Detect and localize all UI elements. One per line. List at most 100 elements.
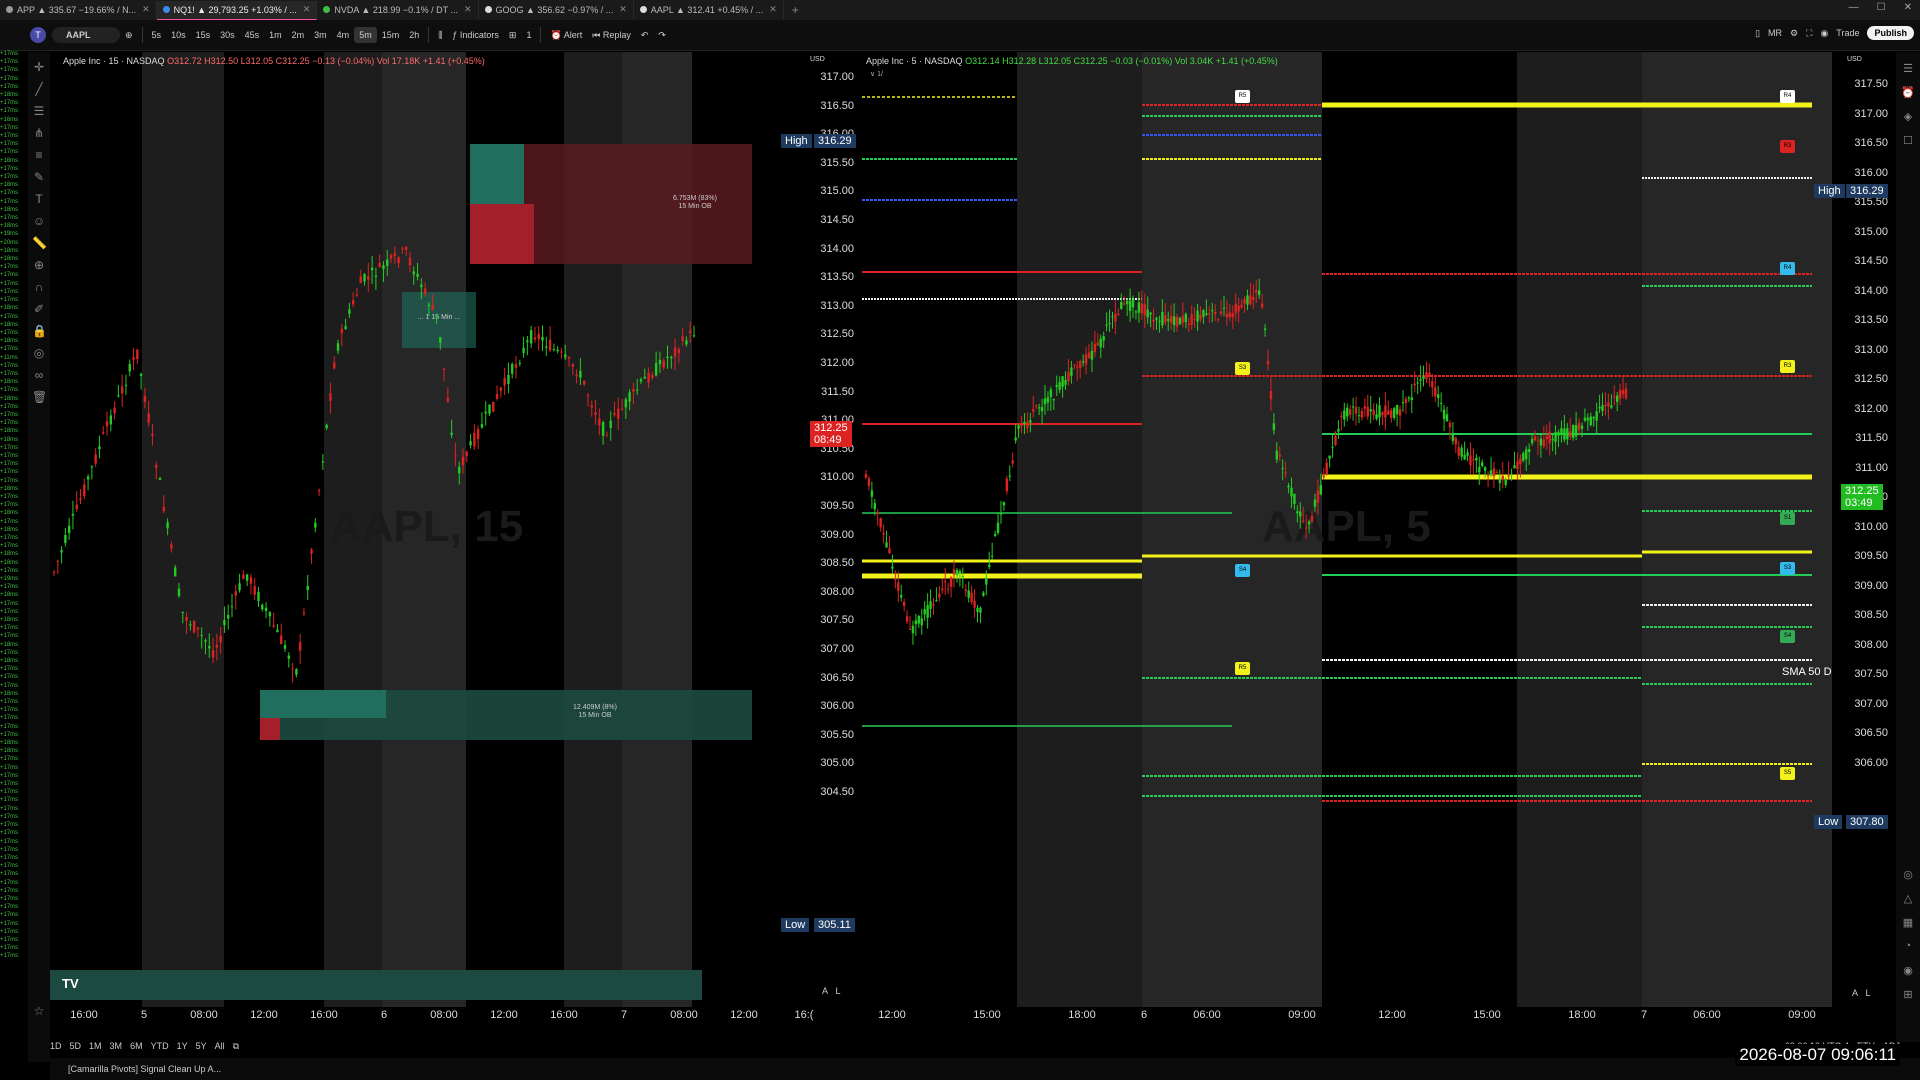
layout-icon[interactable]: ⊞ [504,27,522,44]
watchlist-value[interactable]: +18ms [0,641,27,649]
watchlist-value[interactable]: +17ms [0,148,27,156]
watchlist-value[interactable]: +17ms [0,99,27,107]
watchlist-value[interactable]: +17ms [0,518,27,526]
link-icon[interactable]: ∞ [32,368,46,382]
brush-icon[interactable]: ✎ [32,170,46,184]
watchlist-value[interactable]: +18ms [0,378,27,386]
watchlist-value[interactable]: +17ms [0,903,27,911]
replay-button[interactable]: ⏮ Replay [587,27,636,44]
watchlist-value[interactable]: +17ms [0,280,27,288]
watchlist-value[interactable]: +17ms [0,608,27,616]
pivot-badge-s5[interactable]: S5 [1780,767,1795,780]
timeframe-10s[interactable]: 10s [166,27,191,43]
pivot-badge-r4[interactable]: R4 [1780,262,1795,275]
watchlist-value[interactable]: +17ms [0,263,27,271]
pivot-badge-r5[interactable]: R5 [1235,90,1250,103]
watchlist-value[interactable]: +18ms [0,395,27,403]
watchlist-value[interactable]: +17ms [0,870,27,878]
layout-count[interactable]: 1 [521,27,536,43]
watchlist-value[interactable]: +17ms [0,846,27,854]
watchlist-value[interactable]: +17ms [0,124,27,132]
watchlist-value[interactable]: +18ms [0,206,27,214]
watchlist-value[interactable]: +18ms [0,91,27,99]
watchlist-value[interactable]: +17ms [0,66,27,74]
watchlist-value[interactable]: +17ms [0,107,27,115]
watchlist-value[interactable]: +17ms [0,755,27,763]
watchlist-value[interactable]: +18ms [0,559,27,567]
left-scale-buttons[interactable]: A L [822,986,841,996]
publish-button[interactable]: Publish [1867,26,1914,40]
pivot-badge-r5[interactable]: R5 [1235,662,1250,675]
timeframe-2m[interactable]: 2m [287,27,310,43]
watchlist-value[interactable]: +18ms [0,747,27,755]
zoom-icon[interactable]: ⊕ [32,258,46,272]
star-icon[interactable]: ☆ [32,1004,46,1018]
watchlist-value[interactable]: +17ms [0,829,27,837]
close-tab-icon[interactable]: ✕ [619,4,627,15]
pivot-badge-s3[interactable]: S3 [1235,362,1250,375]
chat-icon[interactable]: ☐ [1901,134,1915,148]
range-5D[interactable]: 5D [70,1041,82,1051]
watchlist-value[interactable]: +17ms [0,214,27,222]
watchlist-value[interactable]: +18ms [0,247,27,255]
timeframe-2h[interactable]: 2h [404,27,424,43]
watchlist-value[interactable]: +17ms [0,444,27,452]
watchlist-value[interactable]: +18ms [0,304,27,312]
alerts-icon[interactable]: ⏰ [1901,86,1915,100]
watchlist-value[interactable]: +18ms [0,427,27,435]
timeframe-3m[interactable]: 3m [309,27,332,43]
watchlist-value[interactable]: +17ms [0,649,27,657]
watchlist-value[interactable]: +17ms [0,600,27,608]
trade-button[interactable]: Trade [1836,28,1859,38]
symbol-search-input[interactable]: AAPL [52,27,120,43]
watchlist-value[interactable]: +16ms [0,116,27,124]
timeframe-15s[interactable]: 15s [191,27,216,43]
watchlist-value[interactable]: +18ms [0,485,27,493]
pivot-badge-r3[interactable]: R3 [1780,360,1795,373]
idea-icon[interactable]: △ [1901,892,1915,906]
watchlist-value[interactable]: +17ms [0,345,27,353]
watchlist-value[interactable]: +17ms [0,419,27,427]
undo-icon[interactable]: ↶ [636,27,654,44]
watchlist-value[interactable]: +18ms [0,550,27,558]
watchlist-value[interactable]: +17ms [0,862,27,870]
pivot-badge-s4[interactable]: S4 [1235,564,1250,577]
watchlist-value[interactable]: +18ms [0,657,27,665]
left-price-axis[interactable]: 317.00316.50316.00315.50315.00314.50314.… [802,52,860,1007]
watchlist-value[interactable]: +17ms [0,50,27,58]
close-tab-icon[interactable]: ✕ [769,4,777,15]
watchlist-value[interactable]: +17ms [0,673,27,681]
watchlist-value[interactable]: +17ms [0,911,27,919]
watchlist-value[interactable]: +17ms [0,780,27,788]
watchlist-value[interactable]: +17ms [0,632,27,640]
watchlist-value[interactable]: +18ms [0,739,27,747]
watchlist-value[interactable]: +17ms [0,952,27,960]
auto-scale-button[interactable]: A [822,986,828,996]
watchlist-value[interactable]: +17ms [0,723,27,731]
range-1Y[interactable]: 1Y [177,1041,188,1051]
signal-icon[interactable]: ◔ [1901,940,1915,954]
crosshair-icon[interactable]: ✛ [32,60,46,74]
watchlist-value[interactable]: +18ms [0,337,27,345]
watchlist-value[interactable]: +18ms [0,321,27,329]
watchlist-value[interactable]: +17ms [0,452,27,460]
close-window-button[interactable]: ✕ [1904,2,1912,13]
pencil-lock-icon[interactable]: ✐ [32,302,46,316]
watchlist-value[interactable]: +17ms [0,501,27,509]
redo-icon[interactable]: ↷ [653,27,671,44]
watchlist-icon[interactable]: ☰ [1901,62,1915,76]
range-1D[interactable]: 1D [50,1041,62,1051]
watchlist-value[interactable]: +17ms [0,920,27,928]
watchlist-value[interactable]: +17ms [0,682,27,690]
apps-icon[interactable]: ⊞ [1901,988,1915,1002]
right-chart-pane[interactable]: AAPL, 5 R5 R4 R3 S3 S4 R5 R4 R3 S1 S3 S4 S5 Apple I… [862,52,1894,1007]
watchlist-value[interactable]: +17ms [0,75,27,83]
auto-scale-button[interactable]: A [1852,988,1858,998]
tab-1[interactable]: NQ1! ▲ 29,793.25 +1.03% / ... ✕ [156,0,318,20]
watchlist-value[interactable]: +18ms [0,690,27,698]
left-chart-pane[interactable]: AAPL, 15 6.753M (83%) 15 Min OB ... 1 15 … [50,52,860,1007]
range-YTD[interactable]: YTD [151,1041,169,1051]
pivot-badge-s3[interactable]: S3 [1780,562,1795,575]
timeframe-5m[interactable]: 5m [354,27,377,43]
watchlist-value[interactable]: +17ms [0,460,27,468]
